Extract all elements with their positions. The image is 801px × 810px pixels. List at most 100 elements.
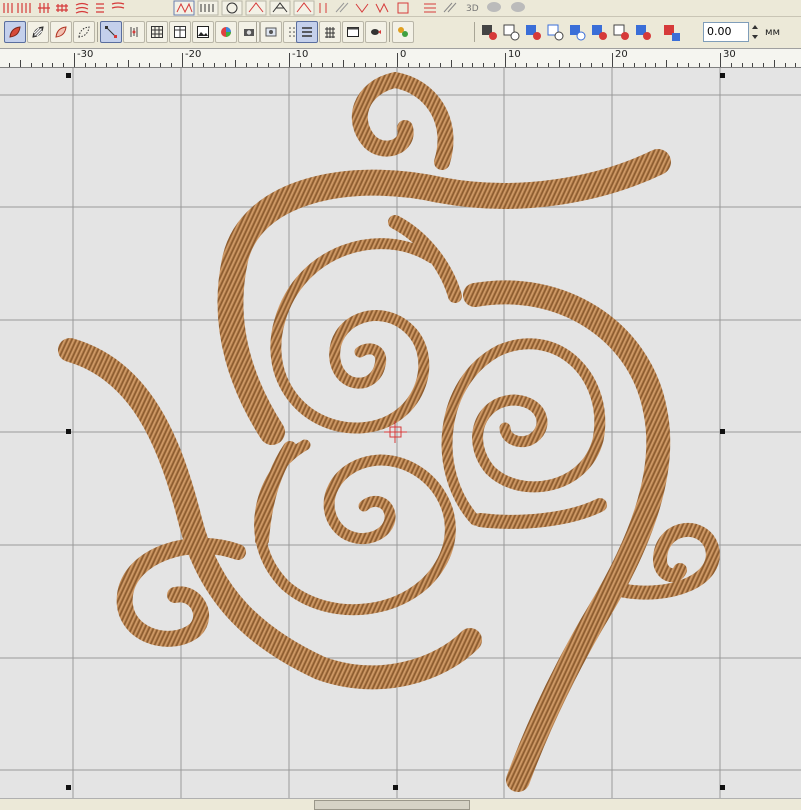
knife-icon (130, 27, 138, 37)
ruler-tick (645, 63, 646, 67)
ruler-tick (795, 63, 796, 67)
grid-b-button[interactable] (169, 21, 191, 43)
ruler-tick (720, 53, 721, 67)
design-svg[interactable] (0, 68, 801, 798)
reshape-node-button[interactable] (100, 21, 122, 43)
spin-down-icon[interactable] (752, 35, 758, 39)
ruler-tick (559, 60, 560, 67)
ruler-tick (655, 63, 656, 67)
toggle-c-button[interactable] (296, 21, 318, 43)
stitch-icons-center[interactable] (173, 0, 457, 16)
outline-leaf-icon (55, 26, 67, 38)
fill-shape-button[interactable] (4, 21, 26, 43)
ruler-tick (397, 53, 398, 67)
grid-icon (151, 26, 163, 38)
ruler-tick (774, 60, 775, 67)
toolbar-separator (389, 22, 390, 42)
toggle-a-button[interactable] (260, 21, 282, 43)
top-toolbar-icons: 3D (3, 0, 525, 16)
ruler-tick (365, 63, 366, 67)
leaf-red-icon (9, 26, 21, 38)
hoop-icon (265, 27, 277, 37)
ruler-tick (128, 60, 129, 67)
ruler-tick (246, 63, 247, 67)
handle-middle-right[interactable] (720, 429, 725, 434)
ruler-tick (117, 63, 118, 67)
handle-middle-left[interactable] (66, 429, 71, 434)
ruler-tick (85, 63, 86, 67)
route-button[interactable] (392, 21, 414, 43)
stitch-icons-left[interactable] (3, 2, 125, 14)
right-arc[interactable] (463, 280, 671, 792)
ruler-tick (279, 63, 280, 67)
dotted-leaf-icon (78, 26, 90, 38)
ruler-tick (311, 63, 312, 67)
stitch-order-button[interactable] (319, 21, 341, 43)
color-wheel-icon (221, 27, 231, 37)
color-wheel-button[interactable] (215, 21, 237, 43)
ruler-tick (526, 63, 527, 67)
spin-arrows[interactable] (749, 22, 761, 42)
handle-top-left[interactable] (66, 73, 71, 78)
ruler-tick (31, 63, 32, 67)
spiral-lower[interactable] (254, 439, 456, 616)
grid-a-button[interactable] (146, 21, 168, 43)
table-icon (174, 26, 186, 38)
screen-button[interactable] (342, 21, 364, 43)
node-tools-group[interactable] (478, 21, 700, 45)
ruler-tick (612, 53, 613, 67)
ruler-tick (483, 63, 484, 67)
ruler-label: 10 (508, 49, 521, 60)
outline-shape-button[interactable] (50, 21, 72, 43)
horizontal-ruler: -30 -20 -10 0 10 20 30 (0, 49, 801, 68)
pattern-fill-button[interactable] (27, 21, 49, 43)
toolbar-separator (97, 22, 98, 42)
ruler-label: -30 (77, 49, 94, 60)
embroidery-design[interactable] (58, 72, 720, 792)
ruler-tick (623, 63, 624, 67)
ruler-label: -20 (185, 49, 202, 60)
offset-input[interactable]: 0.00 (703, 22, 749, 42)
ruler-tick (419, 63, 420, 67)
ruler-tick (731, 63, 732, 67)
spin-up-icon[interactable] (752, 25, 758, 29)
stitch-player-icon (371, 29, 381, 35)
ruler-tick (42, 63, 43, 67)
ruler-tick (322, 63, 323, 67)
preview-icons[interactable] (487, 2, 525, 12)
ruler-tick (20, 60, 21, 67)
ruler-tick (785, 63, 786, 67)
ruler-tick (343, 60, 344, 67)
ruler-tick (74, 53, 75, 67)
ruler-tick (429, 63, 430, 67)
handle-top-right[interactable] (720, 73, 725, 78)
ruler-tick (408, 63, 409, 67)
label-3d: 3D (466, 4, 479, 14)
ruler-tick (214, 63, 215, 67)
picture-button[interactable] (192, 21, 214, 43)
ruler-tick (440, 63, 441, 67)
ruler-tick (139, 63, 140, 67)
ruler-tick (709, 63, 710, 67)
top-curl[interactable] (351, 72, 454, 170)
handle-bottom-right[interactable] (720, 785, 725, 790)
ruler-tick (192, 63, 193, 67)
handle-bottom-left[interactable] (66, 785, 71, 790)
handle-bottom-center[interactable] (393, 785, 398, 790)
spiral-upper-left[interactable] (270, 215, 462, 434)
node-tool-icons[interactable] (482, 24, 680, 41)
ruler-tick (742, 63, 743, 67)
ruler-tick (537, 63, 538, 67)
ruler-tick (289, 53, 290, 67)
marquee-select-button[interactable] (73, 21, 95, 43)
hatched-leaf-icon (32, 26, 44, 38)
picture-icon (197, 26, 209, 38)
spiral-right[interactable] (441, 338, 607, 529)
camera-icon (244, 29, 254, 36)
toolbar-separator (474, 22, 475, 42)
stitch-player-button[interactable] (365, 21, 387, 43)
ruler-tick (182, 53, 183, 67)
ruler-tick (52, 63, 53, 67)
knife-button[interactable] (123, 21, 145, 43)
design-canvas[interactable] (0, 68, 801, 798)
